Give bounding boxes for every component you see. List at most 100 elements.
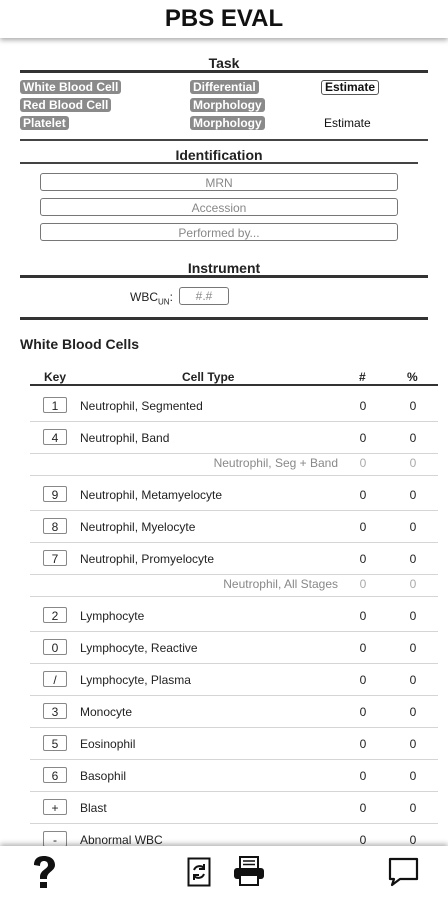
count-value: 0 xyxy=(359,769,367,783)
task-method-platelet[interactable]: Morphology xyxy=(190,116,265,130)
wbc-label-colon: : xyxy=(169,290,173,304)
table-row[interactable]: 6 Basophil 0 0 xyxy=(30,759,438,792)
key-button[interactable]: 5 xyxy=(43,735,67,751)
percent-value: 0 xyxy=(409,399,417,413)
performed-by-input[interactable]: Performed by... xyxy=(40,223,398,241)
wbc-un-label: WBCUN: xyxy=(130,290,173,306)
instrument-divider xyxy=(20,275,428,278)
table-row[interactable]: 7 Neutrophil, Promyelocyte 0 0 xyxy=(30,542,438,575)
instrument-title: Instrument xyxy=(187,260,261,276)
table-row[interactable]: 4 Neutrophil, Band 0 0 xyxy=(30,421,438,454)
task-estimate-button[interactable]: Estimate xyxy=(321,80,380,95)
subtotal-row: Neutrophil, Seg + Band 0 0 xyxy=(30,453,438,476)
subtotal-label: Neutrophil, All Stages xyxy=(223,577,338,591)
column-header-count: # xyxy=(359,370,366,384)
cell-type-label: Neutrophil, Segmented xyxy=(80,399,203,413)
task-type-rbc[interactable]: Red Blood Cell xyxy=(20,98,112,112)
cell-type-label: Lymphocyte, Plasma xyxy=(80,673,191,687)
key-button[interactable]: + xyxy=(43,799,67,815)
key-button[interactable]: 4 xyxy=(43,429,67,445)
identification-divider xyxy=(20,162,418,164)
count-value: 0 xyxy=(359,552,367,566)
cell-type-label: Neutrophil, Metamyelocyte xyxy=(80,488,223,502)
percent-value: 0 xyxy=(409,833,417,846)
page-title: PBS EVAL xyxy=(164,5,284,32)
help-icon[interactable] xyxy=(30,855,58,889)
main-content: Task White Blood Cell Differential Estim… xyxy=(0,38,448,846)
key-button[interactable]: 3 xyxy=(43,703,67,719)
percent-value: 0 xyxy=(409,577,417,591)
column-header-key: Key xyxy=(44,370,67,384)
task-type-platelet[interactable]: Platelet xyxy=(20,116,69,130)
percent-value: 0 xyxy=(409,769,417,783)
count-value: 0 xyxy=(359,801,367,815)
key-button[interactable]: 1 xyxy=(43,397,67,413)
task-method-wbc[interactable]: Differential xyxy=(190,80,259,94)
percent-value: 0 xyxy=(409,520,417,534)
print-icon[interactable] xyxy=(233,856,265,886)
table-row[interactable]: + Blast 0 0 xyxy=(30,791,438,824)
cell-type-label: Neutrophil, Promyelocyte xyxy=(80,552,215,566)
identification-title: Identification xyxy=(175,147,263,163)
cell-type-label: Abnormal WBC xyxy=(80,833,163,846)
subtotal-label: Neutrophil, Seg + Band xyxy=(213,456,338,470)
footer-toolbar xyxy=(0,846,448,901)
count-value: 0 xyxy=(359,833,367,846)
key-button[interactable]: 7 xyxy=(43,550,67,566)
key-button[interactable]: 6 xyxy=(43,767,67,783)
key-button[interactable]: 2 xyxy=(43,607,67,623)
task-row-platelet: Platelet Morphology Estimate xyxy=(20,116,428,130)
task-row-rbc: Red Blood Cell Morphology xyxy=(20,98,428,112)
chat-icon[interactable] xyxy=(388,857,420,887)
percent-value: 0 xyxy=(409,737,417,751)
refresh-icon[interactable] xyxy=(187,857,211,887)
table-row[interactable]: 1 Neutrophil, Segmented 0 0 xyxy=(30,389,438,422)
table-row[interactable]: - Abnormal WBC 0 0 xyxy=(30,823,438,846)
percent-value: 0 xyxy=(409,641,417,655)
task-type-wbc[interactable]: White Blood Cell xyxy=(20,80,122,94)
column-header-percent: % xyxy=(407,370,418,384)
task-method-rbc[interactable]: Morphology xyxy=(190,98,265,112)
cell-type-label: Lymphocyte, Reactive xyxy=(80,641,198,655)
table-row[interactable]: 2 Lymphocyte 0 0 xyxy=(30,599,438,632)
count-value: 0 xyxy=(359,673,367,687)
task-estimate-platelet[interactable]: Estimate xyxy=(324,116,371,130)
percent-value: 0 xyxy=(409,705,417,719)
count-value: 0 xyxy=(359,705,367,719)
count-value: 0 xyxy=(359,488,367,502)
percent-value: 0 xyxy=(409,801,417,815)
accession-input[interactable]: Accession xyxy=(40,198,398,216)
count-value: 0 xyxy=(359,399,367,413)
wbc-un-input[interactable]: #.# xyxy=(179,287,229,305)
table-header-divider xyxy=(30,384,438,386)
wbc-label-text: WBC xyxy=(130,290,158,304)
cell-type-label: Basophil xyxy=(80,769,127,783)
count-value: 0 xyxy=(359,737,367,751)
count-value: 0 xyxy=(359,456,367,470)
task-row-wbc: White Blood Cell Differential Estimate xyxy=(20,80,428,95)
table-row[interactable]: / Lymphocyte, Plasma 0 0 xyxy=(30,663,438,696)
key-button[interactable]: - xyxy=(43,831,67,846)
cell-type-label: Monocyte xyxy=(80,705,133,719)
percent-value: 0 xyxy=(409,673,417,687)
count-value: 0 xyxy=(359,520,367,534)
cell-type-label: Lymphocyte xyxy=(80,609,145,623)
key-button[interactable]: / xyxy=(43,671,67,687)
table-row[interactable]: 9 Neutrophil, Metamyelocyte 0 0 xyxy=(30,478,438,511)
count-value: 0 xyxy=(359,431,367,445)
cell-type-label: Neutrophil, Band xyxy=(80,431,170,445)
key-button[interactable]: 8 xyxy=(43,518,67,534)
table-row[interactable]: 8 Neutrophil, Myelocyte 0 0 xyxy=(30,510,438,543)
table-row[interactable]: 0 Lymphocyte, Reactive 0 0 xyxy=(30,631,438,664)
table-row[interactable]: 3 Monocyte 0 0 xyxy=(30,695,438,728)
count-value: 0 xyxy=(359,641,367,655)
key-button[interactable]: 0 xyxy=(43,639,67,655)
mrn-input[interactable]: MRN xyxy=(40,173,398,191)
task-divider xyxy=(20,70,428,73)
key-button[interactable]: 9 xyxy=(43,486,67,502)
identification-top-divider xyxy=(20,139,428,141)
column-header-cell-type: Cell Type xyxy=(182,370,235,384)
table-row[interactable]: 5 Eosinophil 0 0 xyxy=(30,727,438,760)
count-value: 0 xyxy=(359,609,367,623)
task-title: Task xyxy=(208,55,240,71)
